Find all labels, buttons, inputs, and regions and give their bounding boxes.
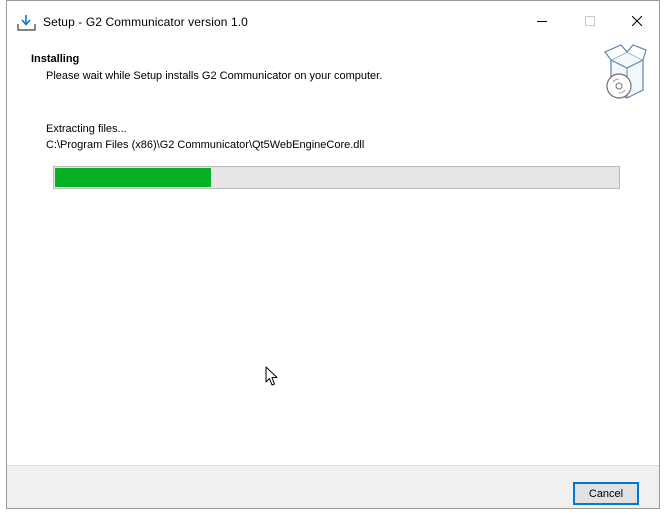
- install-progress-bar: [53, 166, 620, 189]
- cancel-button[interactable]: Cancel: [573, 482, 639, 505]
- maximize-button[interactable]: [567, 1, 613, 41]
- current-file-label: C:\Program Files (x86)\G2 Communicator\Q…: [46, 139, 365, 151]
- setup-app-icon: [17, 15, 36, 31]
- maximize-icon: [585, 16, 595, 26]
- page-subheading: Please wait while Setup installs G2 Comm…: [46, 70, 383, 82]
- minimize-button[interactable]: [519, 1, 565, 41]
- close-button[interactable]: [614, 1, 660, 41]
- page-heading: Installing: [31, 53, 80, 65]
- close-icon: [632, 16, 642, 26]
- minimize-icon: [537, 21, 547, 22]
- status-label: Extracting files...: [46, 123, 127, 135]
- setup-window: Setup - G2 Communicator version 1.0 Inst…: [6, 0, 660, 509]
- mouse-pointer-icon: [265, 366, 278, 386]
- wizard-footer: Cancel: [7, 465, 659, 508]
- install-box-icon: [604, 44, 647, 99]
- window-title: Setup - G2 Communicator version 1.0: [43, 15, 248, 29]
- wizard-header: Installing Please wait while Setup insta…: [7, 41, 659, 112]
- title-bar[interactable]: Setup - G2 Communicator version 1.0: [7, 1, 659, 41]
- progress-bar-fill: [55, 168, 212, 187]
